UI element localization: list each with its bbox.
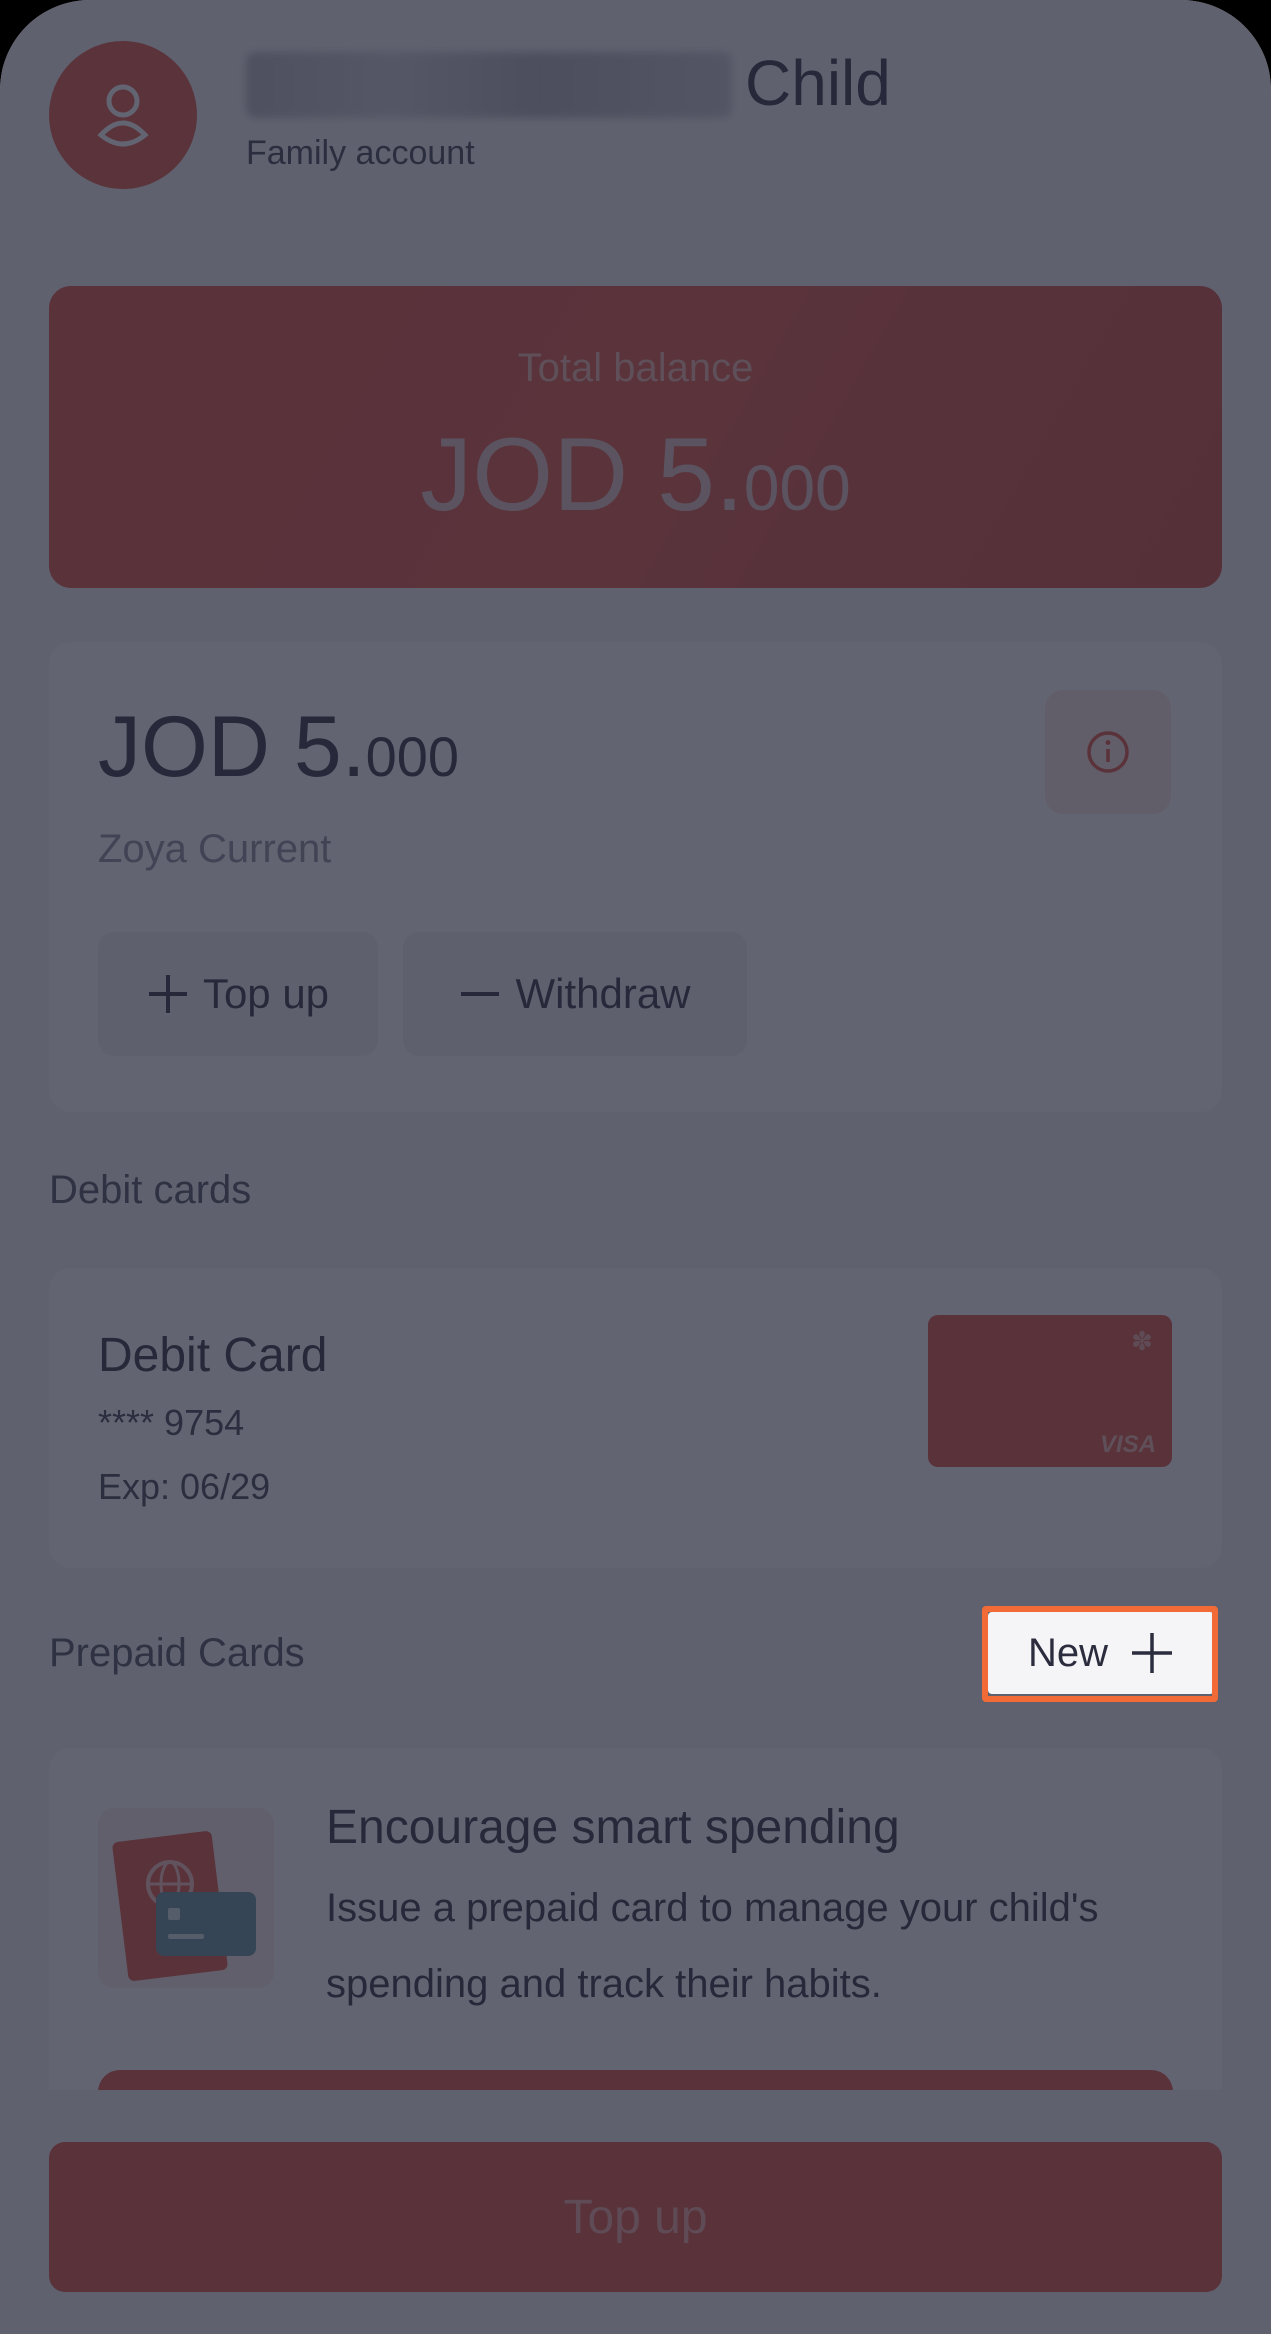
account-balance-integer: JOD 5. [98, 699, 366, 795]
new-button-highlight [982, 1606, 1218, 1702]
redacted-name [246, 52, 732, 118]
prepaid-illustration [98, 1808, 274, 1988]
prepaid-promo-description: Issue a prepaid card to manage your chil… [326, 1886, 1099, 2006]
prepaid-promo-title: Encourage smart spending [326, 1801, 900, 1854]
minus-icon [461, 992, 500, 996]
debit-card-title: Debit Card [98, 1329, 328, 1382]
debit-cards-heading: Debit cards [49, 1168, 252, 1212]
globe-icon [112, 1831, 256, 1981]
withdraw-button[interactable]: Withdraw [403, 932, 747, 1056]
plus-icon [148, 975, 187, 1013]
prepaid-cards-heading: Prepaid Cards [49, 1631, 305, 1675]
avatar[interactable] [49, 41, 197, 189]
visa-logo: VISA [1099, 1431, 1156, 1458]
total-balance-amount: JOD 5.000 [49, 416, 1222, 535]
debit-card-item[interactable]: Debit Card **** 9754 Exp: 06/29 ✽ VISA [49, 1268, 1222, 1568]
info-icon [1087, 731, 1129, 773]
total-balance-decimals: 000 [743, 452, 851, 524]
total-balance-label: Total balance [517, 346, 754, 390]
bottom-topup-button[interactable]: Top up [49, 2142, 1222, 2292]
profile-subtitle: Family account [246, 134, 475, 172]
screen: Child Family account Total balance JOD 5… [0, 0, 1271, 2334]
account-balance: JOD 5.000 [98, 698, 459, 797]
account-name: Zoya Current [98, 827, 332, 871]
prepaid-promo-card: Encourage smart spending Issue a prepaid… [49, 1748, 1222, 2108]
topup-button[interactable]: Top up [98, 932, 378, 1056]
gear-icon: ✽ [1131, 1326, 1153, 1356]
topup-button-label: Top up [202, 970, 330, 1017]
debit-card-number: **** 9754 [98, 1402, 245, 1443]
current-account-card[interactable]: JOD 5.000 Zoya Current Top up Withdraw [49, 642, 1222, 1112]
bottom-topup-label: Top up [563, 2190, 708, 2244]
account-balance-decimals: 000 [365, 725, 460, 788]
info-button[interactable] [1045, 690, 1171, 814]
user-icon [97, 84, 149, 147]
profile-title-suffix: Child [745, 47, 891, 119]
debit-card-expiry: Exp: 06/29 [98, 1466, 271, 1507]
total-balance-card: Total balance JOD 5.000 [49, 286, 1222, 588]
withdraw-button-label: Withdraw [515, 970, 691, 1017]
total-balance-integer: JOD 5. [420, 417, 744, 533]
debit-card-image: ✽ VISA [928, 1315, 1172, 1467]
